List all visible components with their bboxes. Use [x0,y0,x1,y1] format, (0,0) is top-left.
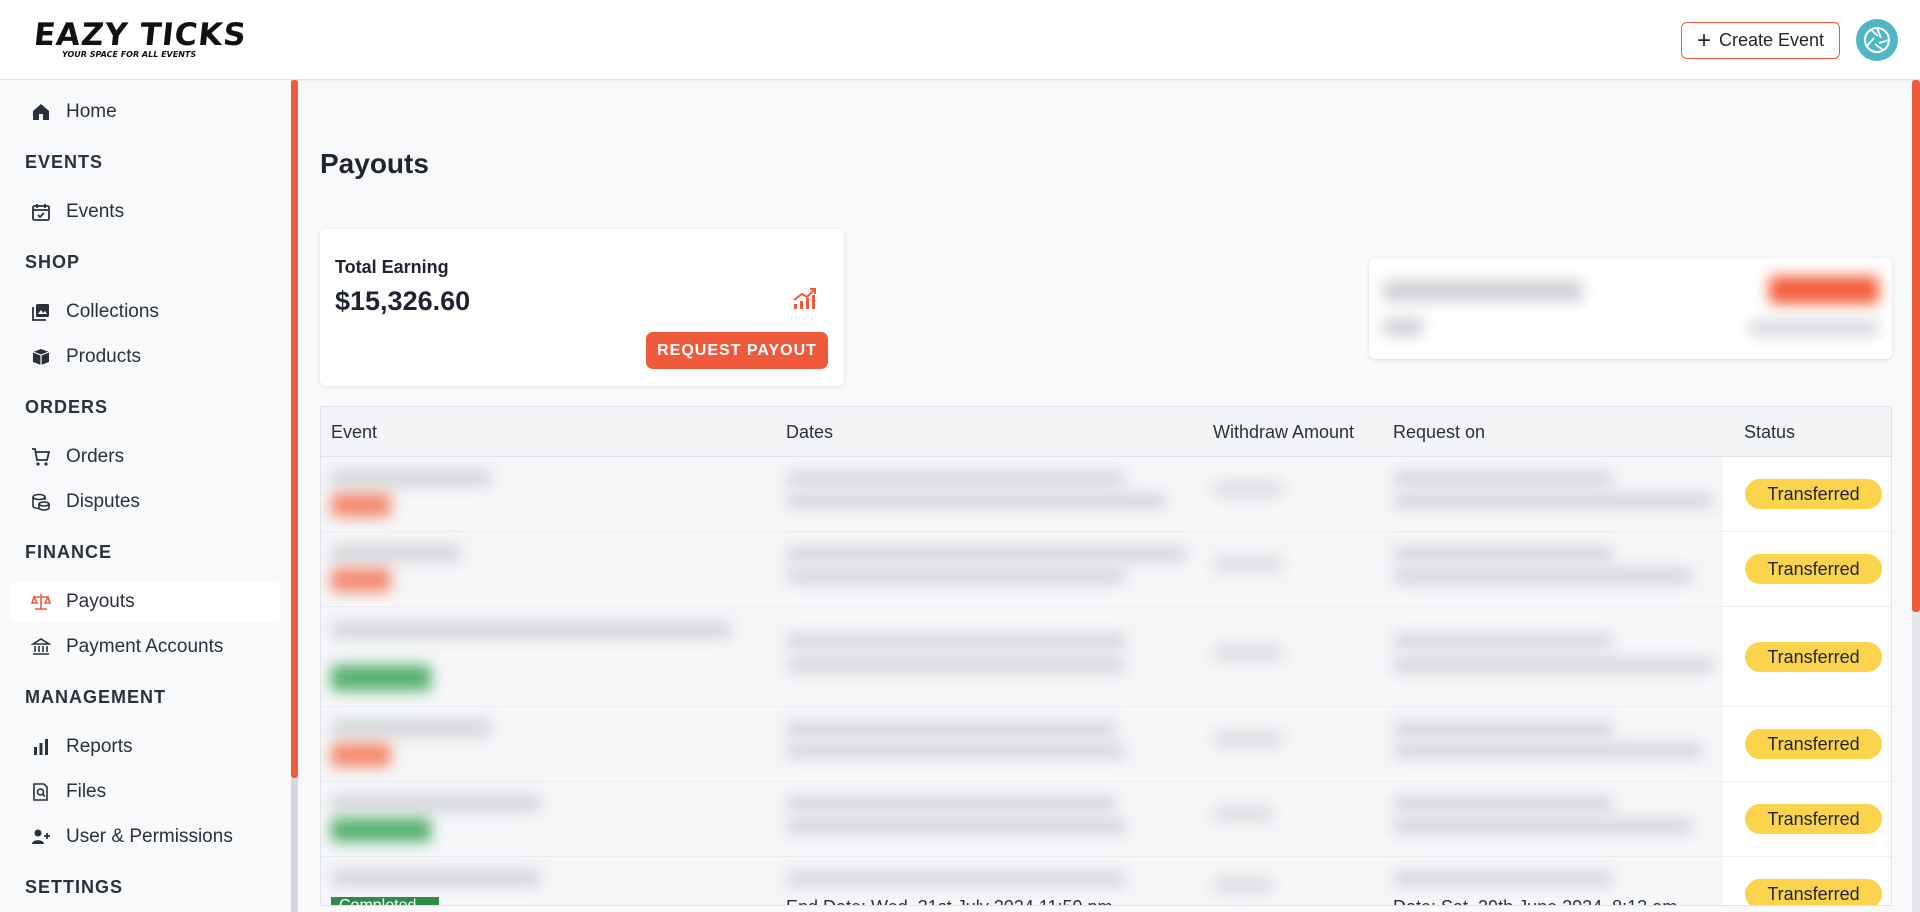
sidebar-item-files[interactable]: Files [10,772,280,812]
section-label-settings: SETTINGS [25,877,124,897]
sidebar-item-disputes[interactable]: Disputes [10,482,280,522]
sidebar-item-user-permissions[interactable]: User & Permissions [10,817,280,857]
logo-title: EAZY TICKS [32,17,249,53]
sidebar-item-label: Events [66,201,125,222]
status-badge: Transferred [1745,804,1882,834]
sidebar-item-label: Reports [66,736,133,757]
status-badge: Transferred [1745,554,1882,584]
sidebar-item-events[interactable]: Events [10,192,280,232]
create-event-label: Create Event [1718,30,1825,50]
create-event-button[interactable]: + Create Event [1681,22,1840,59]
table-row[interactable]: Transferred [321,457,1891,532]
sidebar-item-label: Products [66,346,141,367]
sidebar-item-orders[interactable]: Orders [10,437,280,477]
total-earning-card: Total Earning $15,326.60 REQUEST PAYOUT [320,229,844,386]
sidebar-item-label: Payouts [66,591,135,612]
home-icon [30,101,52,123]
calendar-icon [30,201,52,223]
event-status-badge: Completed [331,897,439,905]
page-title: Payouts [320,148,429,179]
cart-icon [30,446,52,468]
box-icon [30,346,52,368]
avatar[interactable] [1856,19,1898,61]
sidebar-item-label: Collections [66,301,159,322]
status-badge: Transferred [1745,642,1882,672]
table-row[interactable]: Transferred [321,532,1891,607]
section-label-finance: FINANCE [25,542,112,562]
plus-icon: + [1696,26,1711,54]
status-badge: Transferred [1745,479,1882,509]
table-row[interactable]: Transferred [321,707,1891,782]
sidebar-item-payment-accounts[interactable]: Payment Accounts [10,627,280,667]
sidebar-item-label: Home [66,101,117,122]
sidebar-item-label: User & Permissions [66,826,233,847]
column-header-event: Event [331,422,378,442]
total-earning-value: $15,326.60 [335,286,471,316]
sidebar-item-reports[interactable]: Reports [10,727,280,767]
file-search-icon [30,781,52,803]
redacted-info-card [1369,258,1892,359]
status-badge: Transferred [1745,879,1882,905]
column-header-request-on: Request on [1393,422,1486,442]
table-row[interactable]: Transferred [321,607,1891,707]
table-row[interactable]: Transferred [321,782,1891,857]
app-logo[interactable]: EAZY TICKS YOUR SPACE FOR ALL EVENTS [32,17,249,59]
main-scrollbar-thumb[interactable] [1912,80,1920,612]
payouts-table: Event Dates Withdraw Amount Request on S… [320,406,1892,906]
trending-up-icon [793,288,816,309]
sidebar: Home EVENTS Events SHOP Collections Prod… [0,80,290,912]
bar-chart-icon [30,736,52,758]
row-request-text: Date: Sat, 29th June 2024, 8:13 am [1393,897,1677,905]
sidebar-item-label: Orders [66,446,125,467]
collections-icon [30,301,52,323]
sidebar-scrollbar-thumb[interactable] [291,80,298,778]
coins-icon [30,491,52,513]
total-earning-label: Total Earning [335,257,449,277]
table-row[interactable]: Transferred End Date: Wed, 31st July 202… [321,857,1891,905]
sidebar-item-collections[interactable]: Collections [10,292,280,332]
user-add-icon [30,826,52,848]
sidebar-item-products[interactable]: Products [10,337,280,377]
status-badge: Transferred [1745,729,1882,759]
bank-icon [30,636,52,658]
section-label-events: EVENTS [25,152,104,172]
aperture-icon [1864,27,1890,53]
row-dates-text: End Date: Wed, 31st July 2024 11:59 pm [786,897,1113,905]
request-payout-button[interactable]: REQUEST PAYOUT [646,332,828,369]
sidebar-item-home[interactable]: Home [10,92,280,132]
scale-icon [30,591,52,613]
sidebar-item-payouts[interactable]: Payouts [10,582,280,622]
section-label-shop: SHOP [25,252,81,272]
column-header-status: Status [1744,422,1796,442]
column-header-withdraw-amount: Withdraw Amount [1213,422,1355,442]
sidebar-item-label: Files [66,781,107,802]
sidebar-item-label: Payment Accounts [66,636,224,657]
section-label-management: MANAGEMENT [25,687,166,707]
table-header: Event Dates Withdraw Amount Request on S… [321,407,1891,457]
top-header: EAZY TICKS YOUR SPACE FOR ALL EVENTS + C… [0,0,1920,80]
column-header-dates: Dates [786,422,834,442]
sidebar-item-label: Disputes [66,491,140,512]
section-label-orders: ORDERS [25,397,109,417]
